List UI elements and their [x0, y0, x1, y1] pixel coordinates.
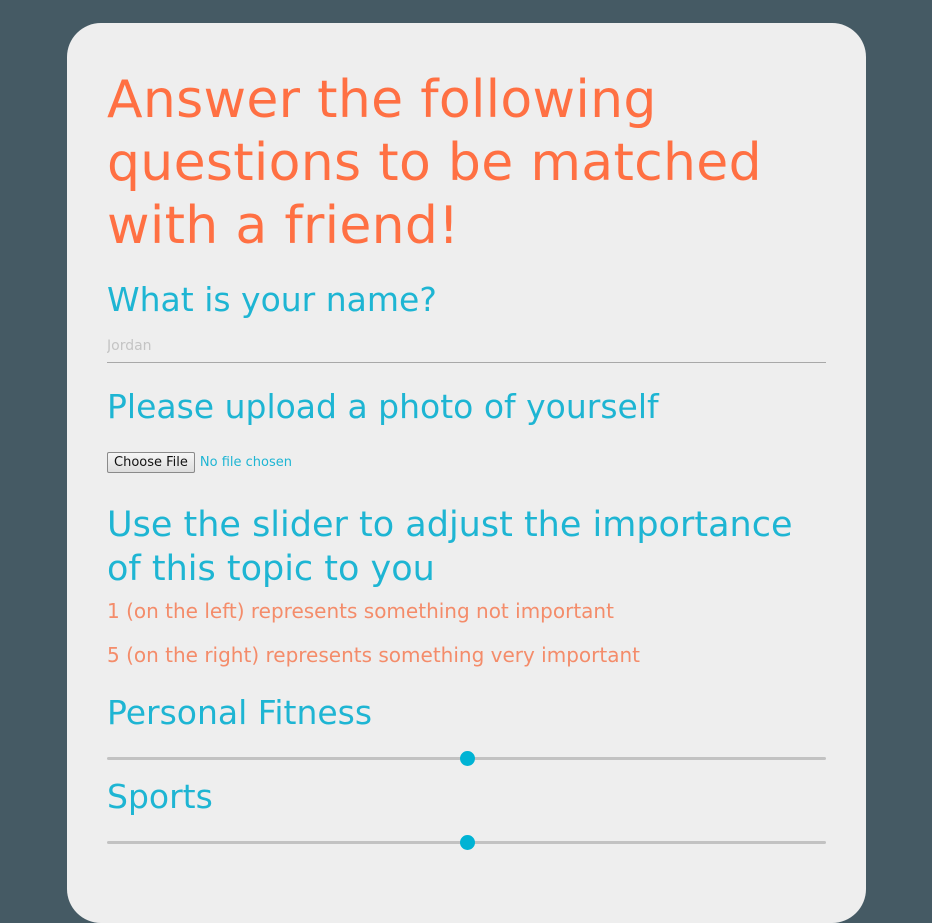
slider-thumb[interactable]: [459, 835, 475, 850]
topic-label-sports: Sports: [107, 777, 213, 816]
survey-card: Answer the following questions to be mat…: [67, 23, 866, 923]
file-status: No file chosen: [199, 454, 292, 470]
page-title: Answer the following questions to be mat…: [107, 70, 762, 256]
topic-label-personal-fitness: Personal Fitness: [107, 693, 373, 732]
sports-slider[interactable]: [107, 835, 826, 851]
slider-thumb[interactable]: [459, 751, 475, 766]
scale-note-high: 5 (on the right) represents something ve…: [107, 643, 640, 667]
file-upload: Choose File No file chosen: [107, 451, 292, 473]
scale-note-low: 1 (on the left) represents something not…: [107, 599, 614, 623]
photo-question: Please upload a photo of yourself: [107, 387, 659, 426]
slider-question: Use the slider to adjust the importance …: [107, 505, 793, 589]
choose-file-button[interactable]: Choose File: [107, 451, 195, 473]
name-input[interactable]: [107, 329, 826, 363]
name-question: What is your name?: [107, 280, 437, 319]
personal-fitness-slider[interactable]: [107, 751, 826, 767]
